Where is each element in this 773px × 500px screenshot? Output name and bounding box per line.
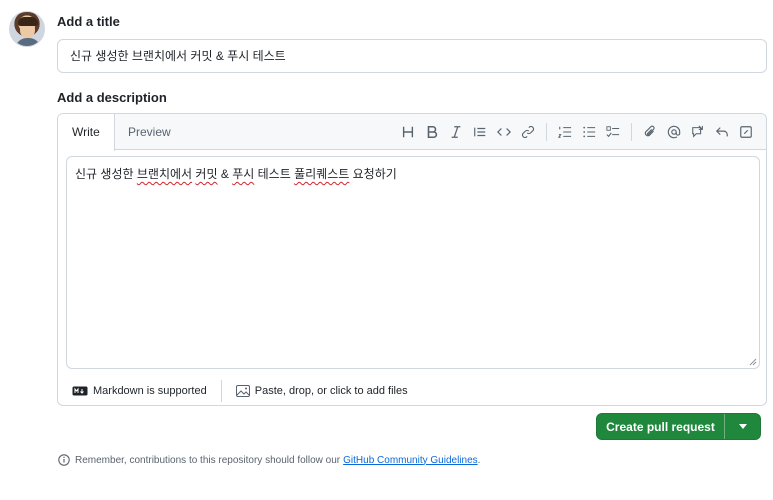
heading-icon[interactable] [396,120,420,144]
create-pull-request-button[interactable]: Create pull request [597,414,724,439]
description-label: Add a description [57,90,167,105]
misspelled-word: 푸시 [232,167,255,181]
image-icon [235,384,250,397]
misspelled-word: 브랜치에서 [136,167,193,181]
markdown-support-label: Markdown is supported [93,384,207,397]
bold-icon[interactable] [420,120,444,144]
italic-icon[interactable] [444,120,468,144]
tab-preview[interactable]: Preview [114,114,185,150]
contribution-notice: Remember, contributions to this reposito… [58,454,480,466]
misspelled-word: 커밋 [195,167,218,181]
body-text: 테스트 [254,167,295,181]
reference-icon[interactable] [686,120,710,144]
misspelled-word: 풀리퀘스트 [294,167,350,181]
body-text: 신규 생성한 [75,167,137,181]
body-text: 요청하기 [349,167,397,181]
markdown-toolbar [396,114,758,150]
avatar [9,11,45,47]
create-options-dropdown[interactable] [724,414,760,439]
title-input[interactable]: 신규 생성한 브랜치에서 커밋 & 푸시 테스트 [57,39,767,73]
markdown-support-link[interactable]: Markdown is supported [58,374,221,405]
editor-header: Write Preview [58,114,766,151]
link-icon[interactable] [516,120,540,144]
description-textarea[interactable]: 신규 생성한 브랜치에서 커밋 & 푸시 테스트 풀리퀘스트 요청하기 [66,156,760,369]
create-pull-request-button-group: Create pull request [596,413,761,440]
task-list-icon[interactable] [601,120,625,144]
code-icon[interactable] [492,120,516,144]
ordered-list-icon[interactable] [553,120,577,144]
tab-write[interactable]: Write [58,114,115,151]
title-label: Add a title [57,14,120,29]
notice-period: . [477,454,481,466]
unordered-list-icon[interactable] [577,120,601,144]
mention-icon[interactable] [662,120,686,144]
quote-icon[interactable] [468,120,492,144]
markdown-icon [72,386,88,395]
triangle-down-icon [738,424,747,429]
attach-files-label: Paste, drop, or click to add files [254,384,408,397]
editor-footer: Markdown is supported Paste, drop, or cl… [58,374,766,405]
resize-handle-icon[interactable] [749,358,757,366]
undo-icon[interactable] [710,120,734,144]
attach-icon[interactable] [638,120,662,144]
description-editor: Write Preview 신규 생성한 브랜치에서 커밋 & 푸시 테스트 풀… [57,113,767,406]
attach-files-button[interactable]: Paste, drop, or click to add files [222,374,422,405]
fullscreen-icon[interactable] [734,120,758,144]
notice-text: Remember, contributions to this reposito… [75,454,341,466]
community-guidelines-link[interactable]: GitHub Community Guidelines [343,455,478,466]
toolbar-divider [631,123,632,141]
info-icon [58,454,70,466]
body-text: & [217,167,233,181]
toolbar-divider [546,123,547,141]
